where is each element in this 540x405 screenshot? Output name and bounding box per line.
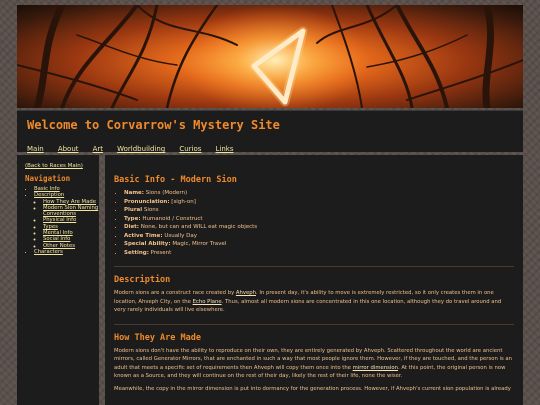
ahveph-link[interactable]: Ahveph <box>236 290 256 296</box>
section-divider <box>114 266 514 267</box>
sidebar-link-description[interactable]: Description <box>34 192 64 198</box>
info-row: Setting: Present <box>124 249 514 258</box>
sidebar-link-mental[interactable]: Mental Info <box>43 230 73 236</box>
text-run: Modern sions are a construct race create… <box>114 290 236 296</box>
info-value: Magic, Mirror Travel <box>172 241 227 247</box>
nav-links-link[interactable]: Links <box>216 145 234 153</box>
info-value: [sigh-on] <box>171 198 196 205</box>
how-made-paragraph-2: Meanwhile, the copy in the mirror dimens… <box>114 385 511 392</box>
how-made-paragraph: Modern sions don't have the ability to r… <box>114 347 514 381</box>
sidebar-link-basic-info[interactable]: Basic Info <box>34 186 60 192</box>
info-key: Pronunciation: <box>124 198 170 205</box>
basic-info-heading: Basic Info - Modern Sion <box>114 175 237 185</box>
info-row: Diet: None, but can and WILL eat magic o… <box>124 223 514 232</box>
info-value: None, but can and WILL eat magic objects <box>140 224 258 230</box>
sidebar-link-social[interactable]: Social Info <box>43 236 70 242</box>
info-key: Plural <box>124 207 143 213</box>
section-divider <box>114 323 514 325</box>
forest-triangle-artwork <box>17 5 523 108</box>
sidebar-item-characters: Characters <box>34 249 99 255</box>
info-key: Active Time: <box>124 232 163 239</box>
sidebar-heading: Navigation <box>25 174 71 183</box>
info-row: Active Time: Usually Day <box>124 232 514 241</box>
info-key: Special Ability: <box>124 241 171 247</box>
sidebar-link-characters[interactable]: Characters <box>34 249 63 255</box>
sidebar-link-other-notes[interactable]: Other Notes <box>43 243 75 249</box>
page-wrapper: Welcome to Corvarrow's Mystery Site Main… <box>17 5 523 155</box>
info-value: Present <box>150 249 172 256</box>
top-navigation: Main About Art Worldbuilding Curios Link… <box>27 136 513 155</box>
nav-curios-link[interactable]: Curios <box>179 145 201 153</box>
info-row: Special Ability: Magic, Mirror Travel <box>124 240 514 249</box>
how-made-heading: How They Are Made <box>114 332 201 343</box>
sidebar-link-naming[interactable]: Modern Sion Naming Conventions <box>43 205 98 217</box>
info-row: Plural Sions <box>124 206 514 215</box>
info-value: Humanoid / Construct <box>142 215 203 222</box>
nav-worldbuilding-link[interactable]: Worldbuilding <box>117 145 165 153</box>
info-value: Usually Day <box>164 232 197 239</box>
nav-main-link[interactable]: Main <box>27 145 44 153</box>
info-row: Name: Sions (Modern) <box>124 189 514 198</box>
info-key: Name: <box>124 190 144 196</box>
nav-art-link[interactable]: Art <box>93 145 103 153</box>
info-row: Pronunciation: [sigh-on] <box>124 198 514 207</box>
sidebar-link-types[interactable]: Types <box>43 224 58 230</box>
sidebar-subitem: Modern Sion Naming Conventions <box>43 205 99 218</box>
mirror-dimension-link[interactable]: mirror dimension <box>353 365 398 371</box>
basic-info-list: Name: Sions (Modern) Pronunciation: [sig… <box>114 189 514 257</box>
sidebar-link-physical[interactable]: Physical Info <box>43 217 76 223</box>
sidebar-sublist: How They Are Made Modern Sion Naming Con… <box>34 199 99 249</box>
description-heading: Description <box>114 275 171 285</box>
sidebar-link-how-made[interactable]: How They Are Made <box>43 199 96 205</box>
back-to-races-link[interactable]: (Back to Races Main) <box>25 163 99 169</box>
sidebar: (Back to Races Main) Navigation Basic In… <box>17 155 99 405</box>
description-paragraph: Modern sions are a construct race create… <box>114 289 514 315</box>
info-value: Sions (Modern) <box>145 190 188 196</box>
nav-about-link[interactable]: About <box>58 145 79 153</box>
echo-plane-link[interactable]: Echo Plane <box>193 299 222 305</box>
main-content: Basic Info - Modern Sion Name: Sions (Mo… <box>105 155 523 405</box>
sidebar-item-description: Description How They Are Made Modern Sio… <box>34 192 99 249</box>
info-key: Setting: <box>124 249 149 256</box>
info-key: Diet: <box>124 224 140 230</box>
site-header: Welcome to Corvarrow's Mystery Site Main… <box>17 110 523 155</box>
site-title: Welcome to Corvarrow's Mystery Site <box>27 118 280 132</box>
info-row: Type: Humanoid / Construct <box>124 215 514 224</box>
info-key: Type: <box>124 215 141 222</box>
info-value: Sions <box>143 207 159 213</box>
sidebar-nav-list: Basic Info Description How They Are Made… <box>25 186 99 255</box>
header-banner <box>17 5 523 108</box>
